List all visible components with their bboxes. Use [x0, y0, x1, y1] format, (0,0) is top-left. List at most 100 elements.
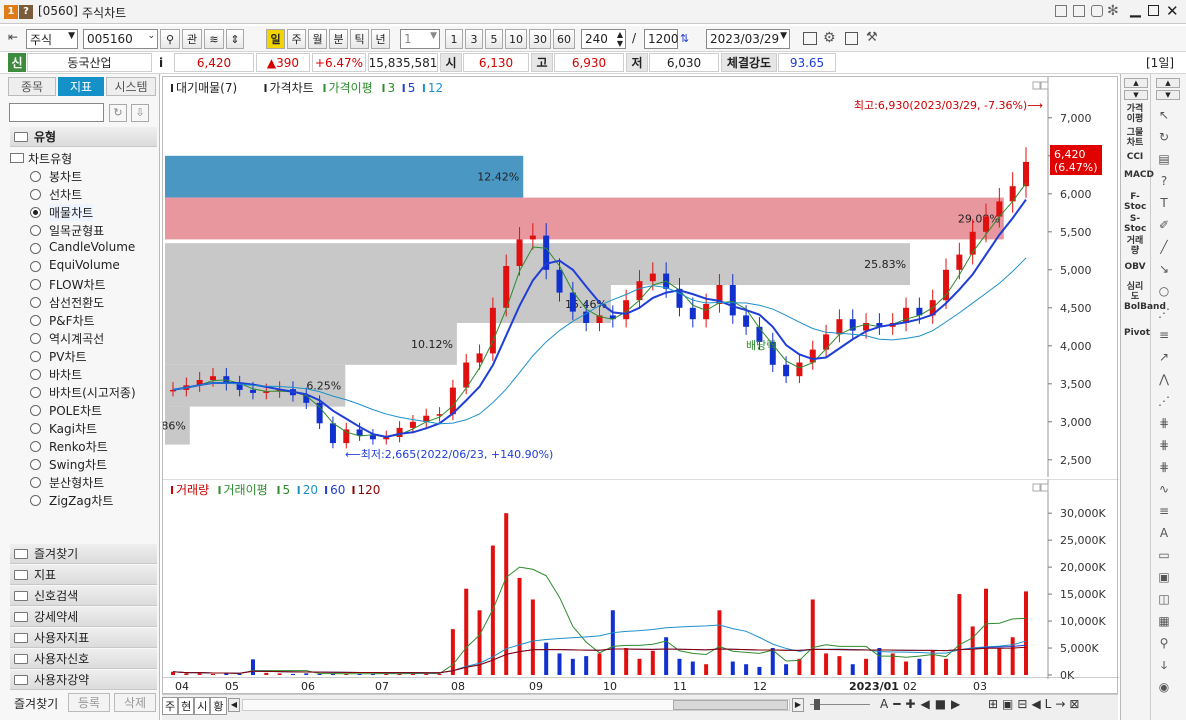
tab-system[interactable]: 시스템 — [106, 77, 156, 96]
gann-icon[interactable]: ⋕ — [1152, 412, 1176, 434]
folder-item[interactable]: 신호검색 — [10, 586, 157, 606]
refresh-icon[interactable]: ↻ — [109, 104, 127, 122]
pointer-icon[interactable]: ↖ — [1152, 104, 1176, 126]
stack-icon[interactable]: ≋ — [204, 29, 224, 49]
updown-icon[interactable]: ⇕ — [226, 29, 244, 49]
period-month[interactable]: 월 — [308, 29, 327, 49]
save-icon[interactable] — [845, 32, 858, 45]
interval-5[interactable]: 5 — [485, 29, 503, 49]
chart-type-radio[interactable] — [30, 225, 41, 236]
chart-type-label[interactable]: POLE차트 — [49, 402, 102, 419]
chart-type-label[interactable]: FLOW차트 — [49, 276, 106, 293]
folder-item[interactable]: 지표 — [10, 565, 157, 585]
help-icon[interactable]: ? — [19, 5, 33, 19]
chart-area[interactable]: 7,0006,5006,0005,5005,0004,5004,0003,500… — [162, 76, 1119, 694]
interval-30[interactable]: 30 — [529, 29, 551, 49]
code-input[interactable]: 005160 ⌄ — [83, 29, 158, 49]
interval-3[interactable]: 3 — [465, 29, 483, 49]
fib-icon[interactable]: ≡ — [1152, 324, 1176, 346]
chart-type-label[interactable]: Swing차트 — [49, 456, 107, 473]
period-minute[interactable]: 분 — [329, 29, 348, 49]
tool-up-icon[interactable]: ▲ — [1156, 78, 1180, 88]
market-select[interactable]: 주식 ▼ — [26, 29, 78, 49]
gear-icon[interactable]: ✻ — [1107, 3, 1119, 19]
period-day[interactable]: 일 — [266, 29, 285, 49]
chart-type-radio[interactable] — [30, 261, 41, 272]
chart-type-label[interactable]: PV차트 — [49, 348, 87, 365]
chart-type-label[interactable]: Renko차트 — [49, 438, 108, 455]
count-input[interactable]: 240 ▲ ▼ — [581, 29, 626, 49]
bars-icon[interactable]: ▦ — [1152, 610, 1176, 632]
chart-type-radio[interactable] — [30, 207, 41, 218]
chart-type-label[interactable]: Kagi차트 — [49, 420, 97, 437]
chart-type-radio[interactable] — [30, 315, 41, 326]
indicator-shortcut[interactable]: 가격이평 — [1124, 104, 1146, 124]
camera-icon[interactable] — [1091, 5, 1103, 17]
undo-icon[interactable]: ↻ — [1152, 126, 1176, 148]
period-year[interactable]: 년 — [371, 29, 390, 49]
group-chart-type[interactable]: 차트유형 — [10, 150, 72, 167]
line-icon[interactable]: ╱ — [1152, 236, 1176, 258]
chart-type-radio[interactable] — [30, 189, 41, 200]
chart-type-label[interactable]: EquiVolume — [49, 258, 120, 272]
chart-type-radio[interactable] — [30, 495, 41, 506]
interval-1[interactable]: 1 — [445, 29, 463, 49]
level-icon[interactable]: ≡ — [1152, 500, 1176, 522]
maximize-icon[interactable] — [1148, 5, 1159, 16]
grid-tool-icon[interactable]: ▤ — [1152, 148, 1176, 170]
horizontal-scrollbar[interactable] — [242, 699, 790, 711]
chart-type-label[interactable]: ZigZag차트 — [49, 492, 113, 509]
indicator-shortcut[interactable]: OBV — [1124, 262, 1146, 272]
chart-type-label[interactable]: 봉차트 — [49, 168, 82, 185]
tool-down-icon[interactable]: ▼ — [1156, 90, 1180, 100]
chart-type-label[interactable]: 바차트 — [49, 366, 82, 383]
chart-type-label[interactable]: 삼선전환도 — [49, 294, 104, 311]
chart-controls[interactable]: A━✚◀■▶ — [880, 697, 965, 711]
indicator-search-input[interactable] — [9, 103, 104, 122]
chart-type-radio[interactable] — [30, 243, 41, 254]
chart-type-radio[interactable] — [30, 459, 41, 470]
indicator-shortcut[interactable]: 그물차트 — [1124, 128, 1146, 148]
chart-type-label[interactable]: CandleVolume — [49, 240, 135, 254]
register-button[interactable]: 등록 — [68, 693, 110, 712]
download-icon[interactable]: ⇩ — [131, 104, 149, 122]
circle-icon[interactable]: ○ — [1152, 280, 1176, 302]
cursor-icon[interactable]: ↆ — [1152, 654, 1176, 676]
pin-icon[interactable]: ⇤ — [8, 30, 18, 44]
text-tool-icon[interactable]: T — [1152, 192, 1176, 214]
down-icon[interactable]: ▼ — [1124, 90, 1148, 100]
gwan-button[interactable]: 관 — [182, 29, 202, 49]
chart-type-radio[interactable] — [30, 477, 41, 488]
info-icon[interactable]: i — [154, 53, 168, 72]
price-chart[interactable]: 7,0006,5006,0005,5005,0004,5004,0003,500… — [163, 77, 1119, 477]
total-input[interactable]: 1200 — [644, 29, 679, 49]
wave-icon[interactable]: ∿ — [1152, 478, 1176, 500]
memo-icon[interactable] — [1055, 5, 1067, 17]
scroll-right-icon[interactable]: ▶ — [792, 698, 804, 712]
chart-type-radio[interactable] — [30, 297, 41, 308]
link-icon[interactable] — [1073, 5, 1085, 17]
chart-type-radio[interactable] — [30, 405, 41, 416]
arrows-icon[interactable]: ⇅ — [680, 32, 689, 45]
chart-type-label[interactable]: 바차트(시고저종) — [49, 384, 136, 401]
trend-icon[interactable]: ↗ — [1152, 346, 1176, 368]
interval-60[interactable]: 60 — [553, 29, 575, 49]
folder-item[interactable]: 사용자강약 — [10, 670, 157, 690]
window-number-icon[interactable]: 1 — [4, 5, 18, 19]
interval-10[interactable]: 10 — [505, 29, 527, 49]
tab-hwang[interactable]: 황 — [210, 697, 227, 715]
pen-icon[interactable]: ✐ — [1152, 214, 1176, 236]
chart-type-radio[interactable] — [30, 171, 41, 182]
chart-type-label[interactable]: P&F차트 — [49, 312, 95, 329]
volume-chart[interactable]: 30,000K 25,000K 20,000K 15,000K 10,000K 5,000… — [163, 479, 1119, 679]
indicator-shortcut[interactable]: MACD — [1124, 170, 1154, 180]
window-icon[interactable]: ▣ — [1152, 566, 1176, 588]
angle-icon[interactable]: ⋀ — [1152, 368, 1176, 390]
grid2-icon[interactable]: ⋕ — [1152, 456, 1176, 478]
settings-icon[interactable]: ⚙ — [823, 30, 836, 46]
chart-type-radio[interactable] — [30, 333, 41, 344]
folder-item[interactable]: 사용자신호 — [10, 649, 157, 669]
close-icon[interactable]: ✕ — [1166, 2, 1179, 20]
tab-stock[interactable]: 종목 — [8, 77, 56, 96]
folder-item[interactable]: 강세약세 — [10, 607, 157, 627]
